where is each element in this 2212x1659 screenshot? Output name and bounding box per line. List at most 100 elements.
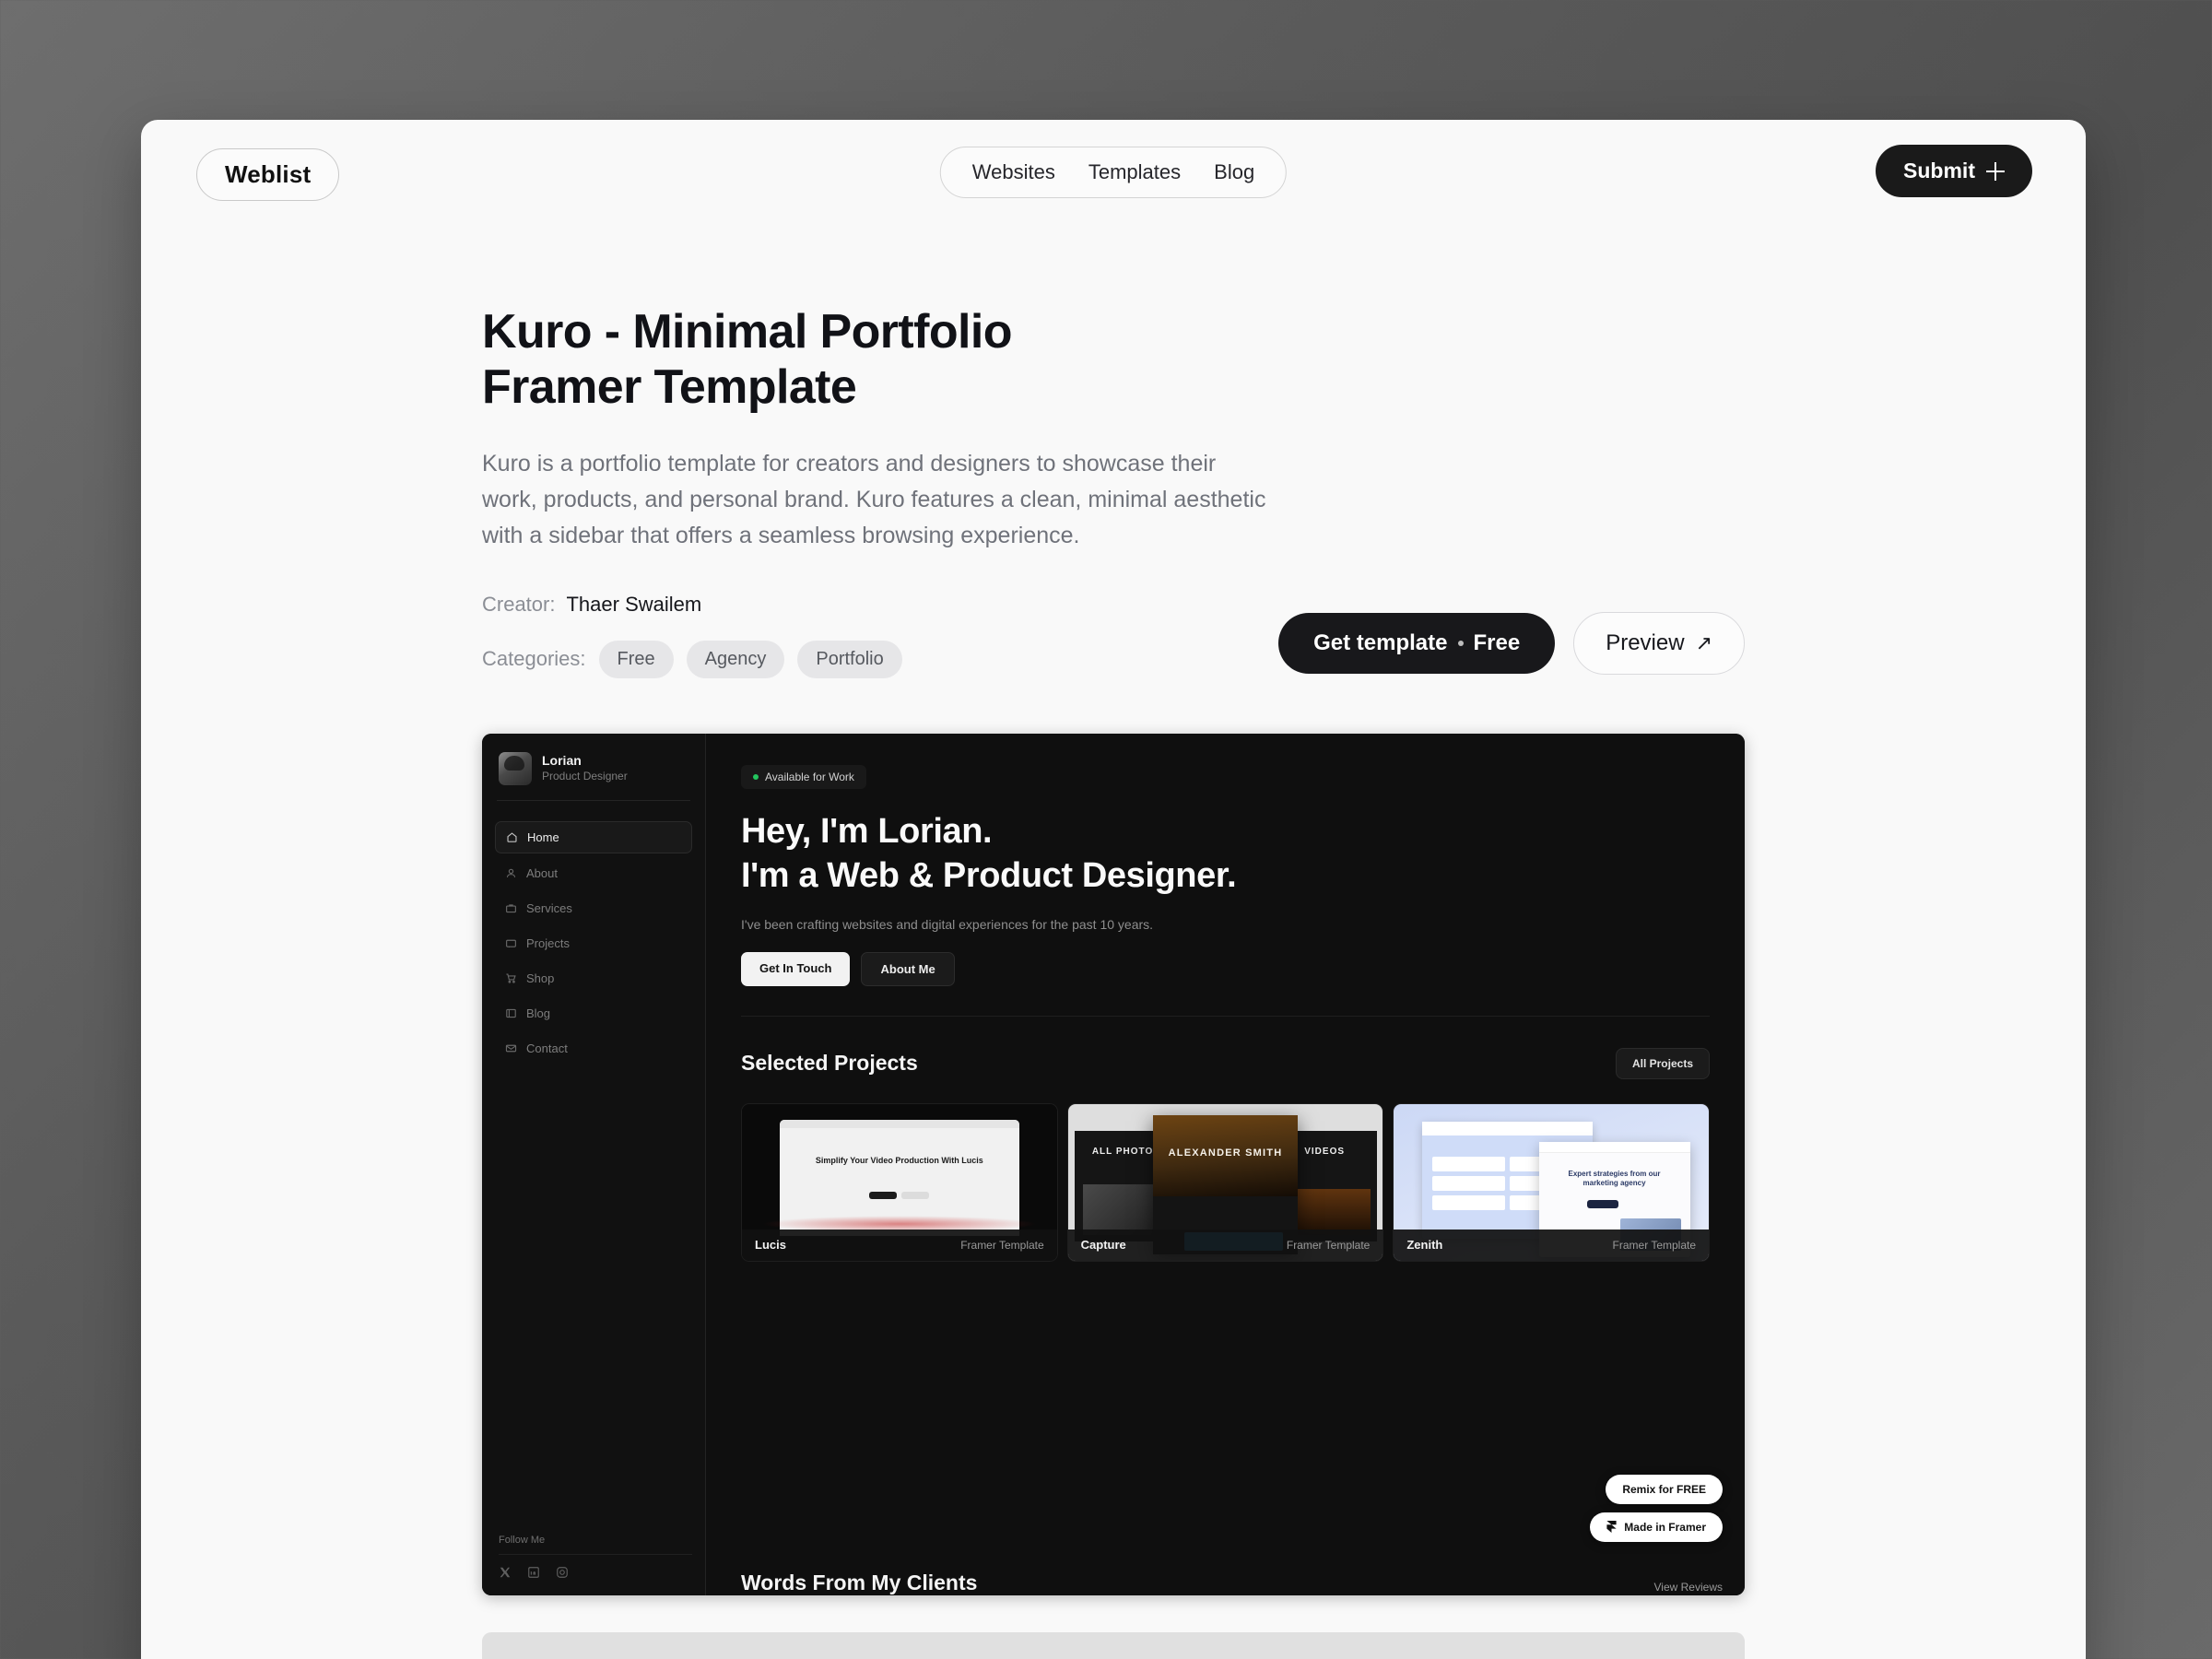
categories-label: Categories:	[482, 647, 586, 671]
availability-label: Available for Work	[765, 770, 854, 783]
remix-for-free-badge[interactable]: Remix for FREE	[1606, 1474, 1723, 1504]
dot-separator-icon	[1457, 640, 1464, 646]
briefcase-icon	[505, 902, 517, 914]
project-card-list: Simplify Your Video Production With Luci…	[741, 1102, 1711, 1262]
plus-icon	[1986, 161, 2005, 181]
sidebar-item-home[interactable]: Home	[495, 820, 692, 853]
all-projects-button[interactable]: All Projects	[1615, 1047, 1710, 1079]
cta-button-row: Get template Free Preview ↗	[1278, 611, 1745, 675]
project-name: Capture	[1080, 1238, 1126, 1253]
sidebar-item-label: About	[526, 865, 558, 880]
sidebar-item-label: Projects	[526, 935, 570, 950]
page-title: Kuro - Minimal Portfolio Framer Template	[482, 305, 1013, 415]
selected-projects-title: Selected Projects	[741, 1051, 918, 1076]
project-kind: Framer Template	[1612, 1238, 1697, 1252]
testimonials-link[interactable]: View Reviews	[1654, 1581, 1723, 1594]
preview-sidebar: Lorian Product Designer Home About Servi…	[482, 733, 706, 1595]
hero-heading-line1: Hey, I'm Lorian.	[741, 811, 993, 851]
template-description: Kuro is a portfolio template for creator…	[482, 450, 1266, 548]
hero-subtitle: I've been crafting websites and digital …	[741, 916, 1154, 932]
sidebar-item-shop[interactable]: Shop	[495, 963, 692, 994]
project-card-caption: Zenith Framer Template	[1394, 1229, 1710, 1261]
linkedin-icon[interactable]	[527, 1566, 540, 1579]
remix-badge-label: Remix for FREE	[1622, 1482, 1706, 1496]
book-icon	[505, 1007, 517, 1019]
main-content: Kuro - Minimal Portfolio Framer Template…	[141, 221, 2086, 1659]
framer-icon	[1606, 1521, 1617, 1534]
top-navigation-bar: Weblist Websites Templates Blog Submit	[141, 120, 2086, 221]
profile-name: Lorian	[542, 753, 582, 769]
follow-me-section: Follow Me	[499, 1535, 692, 1579]
selected-projects-header: Selected Projects All Projects	[741, 1047, 1710, 1079]
project-card-capture[interactable]: ALL PHOTOS VIDEOS ALEXANDER SMITH Captur…	[1066, 1102, 1384, 1262]
x-icon[interactable]	[499, 1566, 512, 1579]
hero-divider	[741, 1015, 1710, 1017]
project-card-caption: Lucis Framer Template	[742, 1229, 1057, 1261]
preview-label: Preview	[1606, 629, 1685, 655]
sidebar-item-projects[interactable]: Projects	[495, 928, 692, 959]
availability-badge: Available for Work	[741, 764, 866, 789]
preview-profile: Lorian Product Designer	[495, 748, 692, 785]
template-preview-panel[interactable]: Lorian Product Designer Home About Servi…	[482, 733, 1745, 1595]
preview-button[interactable]: Preview ↗	[1573, 611, 1745, 675]
category-chip-agency[interactable]: Agency	[686, 640, 785, 678]
lower-content-section	[482, 1631, 1745, 1659]
project-kind: Framer Template	[960, 1238, 1044, 1252]
sidebar-item-contact[interactable]: Contact	[495, 1033, 692, 1064]
project-kind: Framer Template	[1286, 1238, 1371, 1252]
framer-badge-group: Remix for FREE Made in Framer	[1590, 1474, 1723, 1542]
instagram-icon[interactable]	[556, 1566, 569, 1579]
creator-label: Creator:	[482, 592, 556, 616]
project-card-zenith[interactable]: Expert strategies from our marketing age…	[1393, 1102, 1711, 1262]
get-template-label: Get template	[1313, 629, 1448, 655]
get-in-touch-button[interactable]: Get In Touch	[741, 951, 851, 986]
preview-main-area: Available for Work Hey, I'm Lorian. I'm …	[706, 733, 1745, 1595]
nav-link-websites[interactable]: Websites	[972, 160, 1055, 184]
brand-logo-weblist[interactable]: Weblist	[196, 148, 340, 201]
status-dot-icon	[753, 773, 759, 780]
folder-icon	[505, 937, 517, 949]
creator-name[interactable]: Thaer Swailem	[566, 593, 701, 617]
project-hero-text: ALEXANDER SMITH	[1168, 1147, 1283, 1159]
browser-page-card: Weblist Websites Templates Blog Submit K…	[141, 120, 2086, 1659]
hero-button-row: Get In Touch About Me	[741, 951, 1710, 986]
preview-sidebar-nav: Home About Services Projects Shop Blog C…	[495, 820, 692, 1064]
get-template-button[interactable]: Get template Free	[1278, 612, 1556, 674]
category-chip-portfolio[interactable]: Portfolio	[797, 640, 902, 678]
arrow-up-right-icon: ↗	[1695, 630, 1712, 654]
avatar	[499, 751, 532, 785]
project-card-caption: Capture Framer Template	[1067, 1229, 1383, 1261]
sidebar-item-services[interactable]: Services	[495, 893, 692, 924]
sidebar-divider	[497, 799, 690, 801]
sidebar-item-label: Home	[527, 830, 559, 844]
hero-heading-line2: I'm a Web & Product Designer.	[741, 856, 1237, 896]
nav-link-blog[interactable]: Blog	[1214, 160, 1254, 184]
project-hero-text: Simplify Your Video Production With Luci…	[815, 1155, 983, 1165]
template-detail-header: Kuro - Minimal Portfolio Framer Template…	[482, 304, 1745, 678]
profile-role: Product Designer	[542, 769, 628, 782]
submit-button-label: Submit	[1903, 159, 1975, 182]
sidebar-item-about[interactable]: About	[495, 858, 692, 888]
about-me-button[interactable]: About Me	[861, 951, 955, 986]
sidebar-item-label: Contact	[526, 1041, 568, 1055]
sidebar-item-label: Blog	[526, 1006, 551, 1020]
sidebar-item-label: Shop	[526, 971, 555, 985]
made-in-framer-badge[interactable]: Made in Framer	[1590, 1512, 1723, 1542]
submit-button[interactable]: Submit	[1876, 145, 2032, 197]
mail-icon	[505, 1042, 517, 1054]
sidebar-item-label: Services	[526, 900, 572, 915]
project-name: Zenith	[1406, 1238, 1443, 1253]
follow-divider	[499, 1553, 692, 1555]
social-links	[499, 1566, 692, 1579]
follow-me-label: Follow Me	[499, 1534, 546, 1546]
framer-badge-label: Made in Framer	[1624, 1520, 1706, 1534]
get-template-price: Free	[1473, 629, 1521, 655]
nav-link-templates[interactable]: Templates	[1088, 160, 1181, 184]
category-chip-free[interactable]: Free	[598, 640, 674, 678]
cart-icon	[505, 972, 517, 984]
main-nav-pill: Websites Templates Blog	[939, 147, 1288, 198]
project-card-lucis[interactable]: Simplify Your Video Production With Luci…	[741, 1102, 1058, 1262]
sidebar-item-blog[interactable]: Blog	[495, 998, 692, 1029]
home-icon	[506, 831, 518, 843]
user-icon	[505, 867, 517, 879]
